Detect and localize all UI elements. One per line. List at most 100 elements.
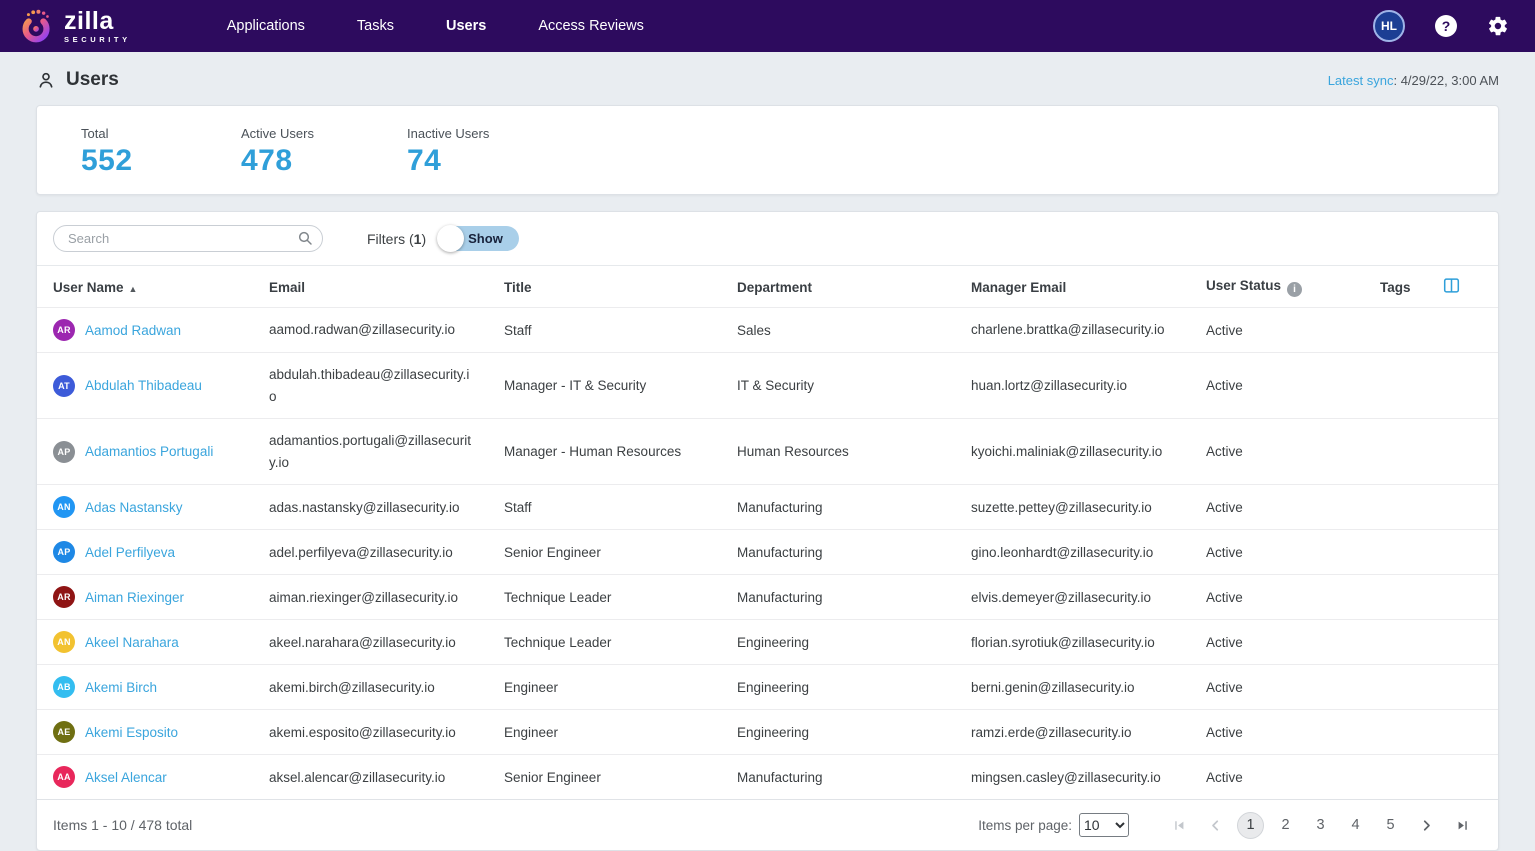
user-department: Engineering: [737, 620, 971, 665]
user-avatar: AN: [53, 496, 75, 518]
user-department: Sales: [737, 308, 971, 353]
stat-active-users: Active Users 478: [241, 126, 337, 178]
search-input[interactable]: [53, 225, 323, 252]
user-avatar: AP: [53, 541, 75, 563]
table-row: AR Aamod Radwan aamod.radwan@zillasecuri…: [37, 308, 1498, 353]
user-avatar: AR: [53, 586, 75, 608]
nav-item-access-reviews[interactable]: Access Reviews: [538, 18, 644, 34]
settings-gear-icon[interactable]: [1487, 15, 1509, 37]
users-table: User Name▲ Email Title Department Manage…: [37, 266, 1498, 799]
info-icon[interactable]: i: [1287, 282, 1302, 297]
user-name-link[interactable]: Adamantios Portugali: [85, 444, 213, 459]
column-picker-icon[interactable]: [1443, 277, 1460, 297]
user-tags: [1380, 620, 1463, 665]
manager-email: ramzi.erde@zillasecurity.io: [971, 710, 1206, 755]
nav-item-users[interactable]: Users: [446, 18, 486, 34]
user-name-link[interactable]: Akemi Birch: [85, 680, 157, 695]
user-name-link[interactable]: Abdulah Thibadeau: [85, 378, 202, 393]
user-name-link[interactable]: Akeel Narahara: [85, 635, 179, 650]
user-title: Technique Leader: [504, 620, 737, 665]
column-header-email[interactable]: Email: [269, 266, 504, 308]
stats-card: Total 552 Active Users 478 Inactive User…: [36, 105, 1499, 195]
user-name-link[interactable]: Aksel Alencar: [85, 770, 167, 785]
page-2[interactable]: 2: [1272, 812, 1299, 839]
latest-sync-link[interactable]: Latest sync: [1328, 73, 1394, 88]
user-name-link[interactable]: Aiman Riexinger: [85, 590, 184, 605]
stat-total: Total 552: [81, 126, 177, 178]
user-name-link[interactable]: Aamod Radwan: [85, 323, 181, 338]
page-1[interactable]: 1: [1237, 812, 1264, 839]
page-4[interactable]: 4: [1342, 812, 1369, 839]
user-department: Manufacturing: [737, 575, 971, 620]
stat-label: Inactive Users: [407, 126, 503, 141]
items-per-page-select[interactable]: 10: [1079, 813, 1129, 837]
user-avatar: AP: [53, 441, 75, 463]
column-header-user-status[interactable]: User Statusi: [1206, 266, 1380, 308]
table-footer: Items 1 - 10 / 478 total Items per page:…: [37, 799, 1498, 850]
user-department: Manufacturing: [737, 530, 971, 575]
user-status: Active: [1206, 485, 1380, 530]
stat-value: 74: [407, 144, 503, 178]
user-title: Staff: [504, 308, 737, 353]
table-row: AN Akeel Narahara akeel.narahara@zillase…: [37, 620, 1498, 665]
page-title: Users: [66, 69, 119, 91]
users-table-card: Filters (1) Show User Name▲ Email Title …: [36, 211, 1499, 851]
user-tags: [1380, 353, 1463, 419]
table-row: AB Akemi Birch akemi.birch@zillasecurity…: [37, 665, 1498, 710]
column-header-manager-email[interactable]: Manager Email: [971, 266, 1206, 308]
column-header-department[interactable]: Department: [737, 266, 971, 308]
toggle-knob[interactable]: [437, 225, 464, 252]
brand-logo[interactable]: zilla SECURITY: [18, 6, 131, 46]
table-row: AE Akemi Esposito akemi.esposito@zillase…: [37, 710, 1498, 755]
user-title: Engineer: [504, 710, 737, 755]
toggle-label: Show: [468, 231, 503, 246]
filters-show-toggle[interactable]: Show: [438, 226, 519, 251]
page-5[interactable]: 5: [1377, 812, 1404, 839]
next-page-icon[interactable]: [1412, 811, 1440, 839]
manager-email: gino.leonhardt@zillasecurity.io: [971, 530, 1206, 575]
last-page-icon[interactable]: [1448, 811, 1476, 839]
user-tags: [1380, 710, 1463, 755]
column-header-user-name[interactable]: User Name▲: [37, 266, 269, 308]
page-header: Users Latest sync: 4/29/22, 3:00 AM: [0, 52, 1535, 105]
user-email: aamod.radwan@zillasecurity.io: [269, 308, 504, 353]
nav-item-tasks[interactable]: Tasks: [357, 18, 394, 34]
help-icon[interactable]: ?: [1435, 15, 1457, 37]
items-range-text: Items 1 - 10 / 478 total: [53, 817, 192, 833]
filters-label: Filters (1): [367, 231, 426, 247]
manager-email: florian.syrotiuk@zillasecurity.io: [971, 620, 1206, 665]
user-email: adas.nastansky@zillasecurity.io: [269, 485, 504, 530]
user-avatar-button[interactable]: HL: [1373, 10, 1405, 42]
user-title: Manager - Human Resources: [504, 419, 737, 485]
manager-email: charlene.brattka@zillasecurity.io: [971, 308, 1206, 353]
pagination: 12345: [1165, 811, 1476, 839]
user-name-link[interactable]: Akemi Esposito: [85, 725, 178, 740]
user-status: Active: [1206, 710, 1380, 755]
column-header-title[interactable]: Title: [504, 266, 737, 308]
user-title: Staff: [504, 485, 737, 530]
user-name-link[interactable]: Adel Perfilyeva: [85, 545, 175, 560]
user-email: aiman.riexinger@zillasecurity.io: [269, 575, 504, 620]
user-avatar: AA: [53, 766, 75, 788]
table-header-row: User Name▲ Email Title Department Manage…: [37, 266, 1498, 308]
previous-page-icon[interactable]: [1201, 811, 1229, 839]
table-row: AT Abdulah Thibadeau abdulah.thibadeau@z…: [37, 353, 1498, 419]
manager-email: mingsen.casley@zillasecurity.io: [971, 755, 1206, 800]
user-department: Human Resources: [737, 419, 971, 485]
nav-items: Applications Tasks Users Access Reviews: [227, 18, 644, 34]
user-name-link[interactable]: Adas Nastansky: [85, 500, 183, 515]
nav-item-applications[interactable]: Applications: [227, 18, 305, 34]
user-status: Active: [1206, 530, 1380, 575]
page-3[interactable]: 3: [1307, 812, 1334, 839]
user-department: IT & Security: [737, 353, 971, 419]
first-page-icon[interactable]: [1165, 811, 1193, 839]
user-tags: [1380, 665, 1463, 710]
search-icon[interactable]: [297, 230, 313, 251]
user-title: Engineer: [504, 665, 737, 710]
table-row: AA Aksel Alencar aksel.alencar@zillasecu…: [37, 755, 1498, 800]
user-email: adamantios.portugali@zillasecurity.io: [269, 419, 504, 485]
items-per-page-label: Items per page:: [978, 818, 1072, 833]
sort-asc-icon[interactable]: ▲: [129, 284, 138, 294]
user-status: Active: [1206, 353, 1380, 419]
user-email: abdulah.thibadeau@zillasecurity.io: [269, 353, 504, 419]
